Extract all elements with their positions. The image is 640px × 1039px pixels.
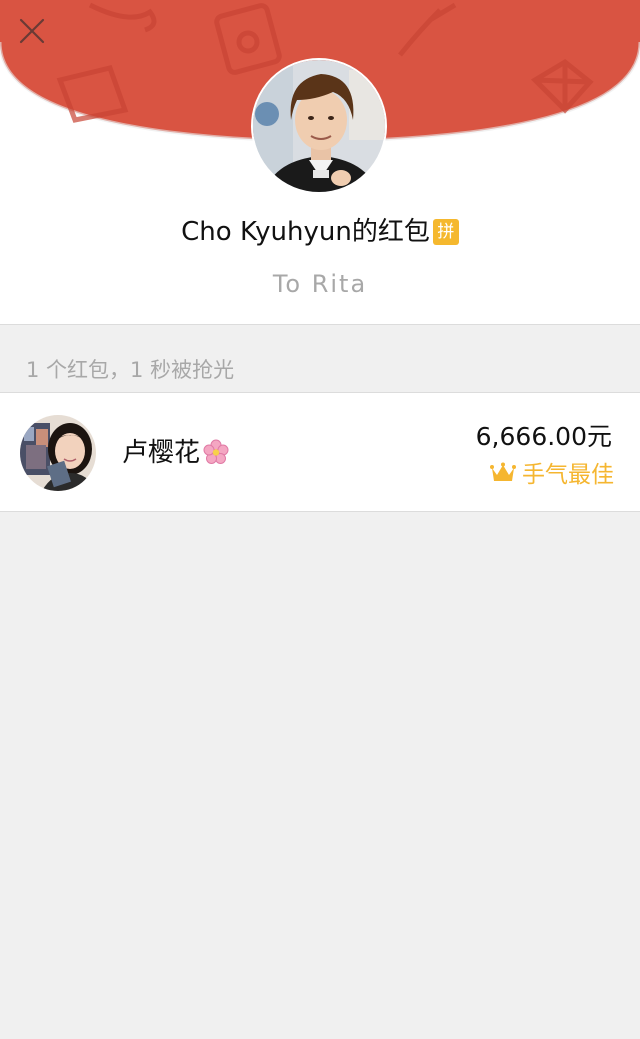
cherry-blossom-icon xyxy=(203,439,229,464)
pin-badge: 拼 xyxy=(432,219,459,245)
recipient-avatar[interactable] xyxy=(20,415,96,491)
sender-title: Cho Kyuhyun的红包拼 xyxy=(0,212,640,252)
best-luck-tag: 手气最佳 xyxy=(490,457,614,493)
greeting-text: To Rita xyxy=(272,270,368,298)
amount-value: 6,666.00元 xyxy=(475,422,612,451)
sender-avatar[interactable] xyxy=(251,58,387,194)
header-section: Cho Kyuhyun的红包拼 To Rita xyxy=(0,0,640,325)
sender-suffix: 的红包 xyxy=(351,217,430,247)
close-icon xyxy=(19,18,45,44)
sender-name: Cho Kyuhyun xyxy=(181,217,352,247)
summary-text: 1 个红包，1 秒被抢光 xyxy=(26,358,235,382)
close-button[interactable] xyxy=(12,12,52,52)
crown-icon xyxy=(490,462,516,481)
list-item[interactable]: 卢樱花 6,666.00元 手气最佳 xyxy=(0,392,640,512)
recipient-name: 卢樱花 xyxy=(122,435,229,471)
